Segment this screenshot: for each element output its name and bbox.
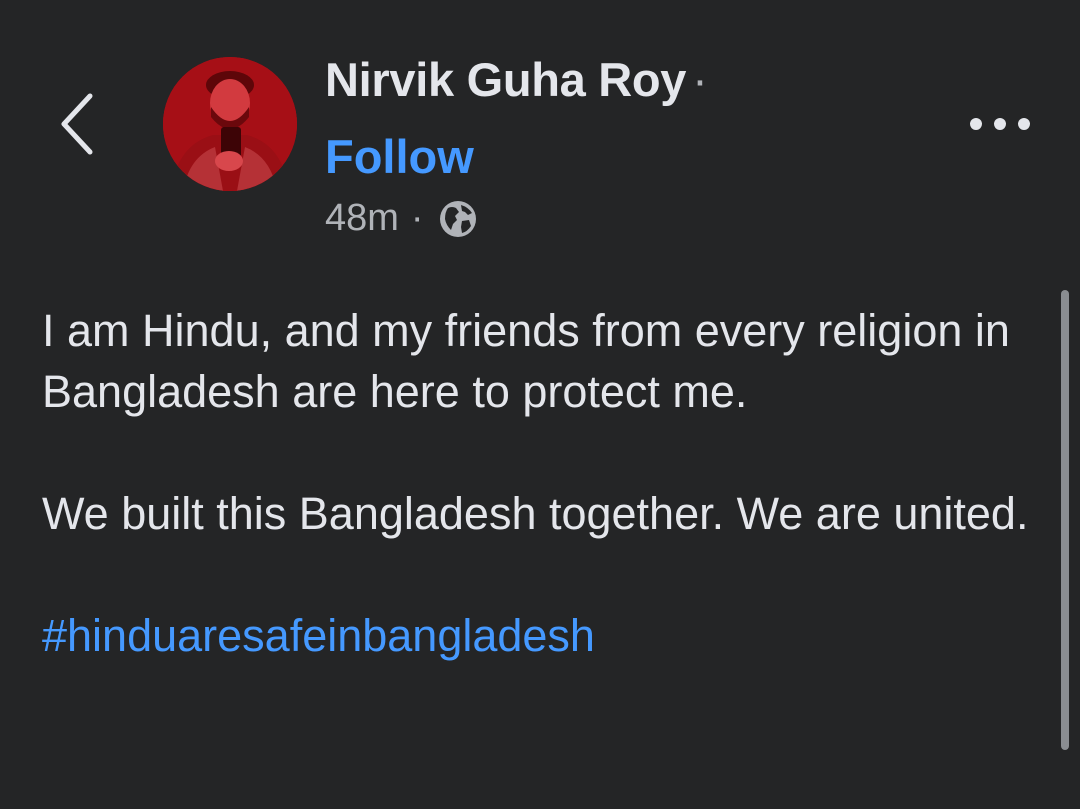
follow-button[interactable]: Follow <box>325 129 474 184</box>
chevron-left-icon <box>61 93 93 155</box>
back-button[interactable] <box>50 88 106 160</box>
post-time[interactable]: 48m <box>325 197 399 240</box>
post-meta: 48m · <box>325 197 478 240</box>
post-screen: Nirvik Guha Roy · Follow 48m · I am Hindu… <box>0 0 1080 809</box>
more-options-button[interactable] <box>960 100 1040 148</box>
author-name[interactable]: Nirvik Guha Roy · <box>325 52 708 107</box>
more-horizontal-icon <box>970 118 1030 130</box>
hashtag-link[interactable]: #hinduaresafeinbangladesh <box>42 610 595 661</box>
scrollbar-thumb[interactable] <box>1061 290 1069 750</box>
globe-icon[interactable] <box>438 199 478 239</box>
post-body: I am Hindu, and my friends from every re… <box>42 300 1032 666</box>
scrollbar[interactable] <box>1060 290 1070 750</box>
name-separator: · <box>692 53 708 106</box>
meta-separator: · <box>410 197 424 239</box>
author-name-text[interactable]: Nirvik Guha Roy <box>325 53 686 106</box>
post-paragraph: We built this Bangladesh together. We ar… <box>42 488 1029 539</box>
avatar-image <box>163 57 297 191</box>
post-paragraph: I am Hindu, and my friends from every re… <box>42 305 1010 417</box>
avatar[interactable] <box>163 57 297 191</box>
